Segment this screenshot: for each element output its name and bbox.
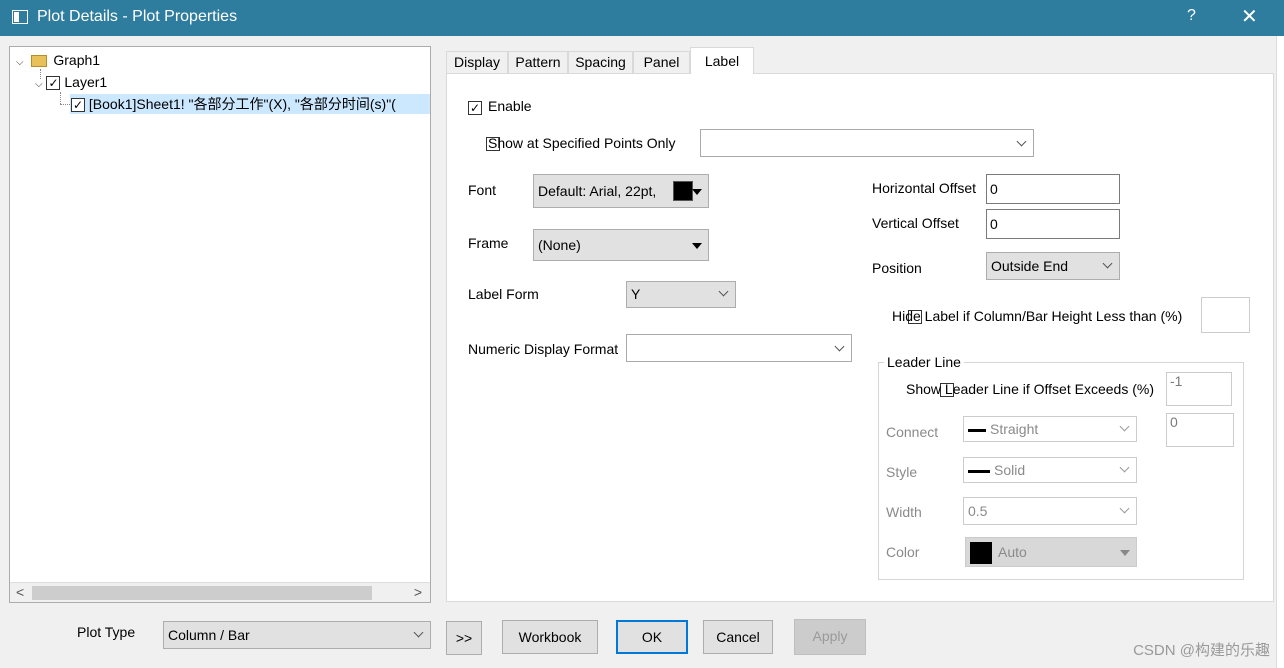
tab-pattern[interactable]: Pattern: [508, 51, 568, 73]
connect-value: Straight: [990, 421, 1039, 437]
leader-offset-input[interactable]: -1: [1166, 372, 1232, 406]
frame-label: Frame: [468, 235, 509, 251]
width-select[interactable]: 0.5: [963, 497, 1137, 525]
label-form-select[interactable]: Y: [626, 281, 736, 308]
close-button[interactable]: ✕: [1241, 4, 1258, 29]
line-sample-icon: [968, 428, 986, 432]
v-offset-input[interactable]: 0: [986, 209, 1120, 239]
background-window-edge: [1276, 36, 1284, 668]
leader-line-title: Leader Line: [884, 354, 964, 370]
connect-number-input[interactable]: 0: [1166, 413, 1234, 447]
label-form-label: Label Form: [468, 286, 539, 302]
show-specified-label: Show at Specified Points Only: [488, 135, 676, 151]
label-panel: ✓ Enable Show at Specified Points Only F…: [446, 73, 1274, 602]
help-button[interactable]: ?: [1187, 7, 1196, 25]
leader-show-label: Show Leader Line if Offset Exceeds (%): [906, 381, 1154, 397]
numeric-format-label: Numeric Display Format: [468, 341, 619, 357]
width-value: 0.5: [968, 503, 988, 519]
tree-item-graph[interactable]: ⌵ Graph1: [16, 50, 100, 70]
scroll-left-icon[interactable]: <: [16, 584, 24, 600]
expand-chevron-icon[interactable]: ⌵: [16, 57, 24, 68]
ok-button[interactable]: OK: [616, 620, 688, 654]
v-offset-label: Vertical Offset: [872, 215, 959, 231]
tab-panel[interactable]: Panel: [633, 51, 690, 73]
window-icon: [12, 10, 28, 24]
watermark: CSDN @构建的乐趣: [1133, 642, 1270, 659]
workbook-button[interactable]: Workbook: [502, 620, 598, 654]
tree-label-plot: [Book1]Sheet1! "各部分工作"(X), "各部分时间(s)"(: [88, 96, 396, 112]
window-title: Plot Details - Plot Properties: [37, 8, 238, 25]
more-button[interactable]: >>: [446, 621, 482, 655]
label-form-value: Y: [631, 286, 641, 302]
plot-checkbox[interactable]: ✓: [71, 98, 85, 113]
expand-chevron-icon[interactable]: ⌵: [35, 79, 43, 90]
color-select[interactable]: Auto: [965, 537, 1137, 567]
frame-value: (None): [538, 237, 581, 253]
font-select[interactable]: Default: Arial, 22pt,: [533, 174, 709, 208]
color-value: Auto: [998, 544, 1027, 560]
font-label: Font: [468, 182, 497, 198]
plot-type-value: Column / Bar: [168, 627, 250, 643]
title-bar: Plot Details - Plot Properties ? ✕: [0, 0, 1284, 36]
layer-checkbox[interactable]: ✓: [46, 76, 61, 91]
h-offset-label: Horizontal Offset: [872, 180, 977, 196]
enable-label: Enable: [488, 98, 532, 114]
folder-icon: [31, 55, 48, 68]
plot-tree[interactable]: ⌵ Graph1 ⌵ ✓ Layer1 ✓ [Book1]Sheet1! "各部…: [9, 46, 431, 603]
tree-label-layer: Layer1: [64, 74, 108, 90]
specified-points-select[interactable]: [700, 129, 1034, 157]
hide-label-input[interactable]: [1201, 297, 1250, 333]
tree-label-graph: Graph1: [53, 52, 101, 68]
tree-item-plot[interactable]: ✓ [Book1]Sheet1! "各部分工作"(X), "各部分时间(s)"(: [70, 94, 430, 114]
color-swatch: [970, 542, 992, 565]
font-value: Default: Arial, 22pt,: [538, 183, 657, 199]
tree-item-layer[interactable]: ⌵ ✓ Layer1: [35, 72, 107, 92]
position-value: Outside End: [991, 258, 1069, 274]
hide-label-text: Hide Label if Column/Bar Height Less tha…: [892, 308, 1183, 324]
cancel-button[interactable]: Cancel: [703, 620, 773, 654]
tab-spacing[interactable]: Spacing: [568, 51, 633, 73]
enable-checkbox[interactable]: ✓: [468, 101, 482, 116]
tab-label[interactable]: Label: [690, 47, 754, 74]
numeric-format-select[interactable]: [626, 334, 852, 362]
horizontal-scrollbar[interactable]: < >: [10, 582, 430, 602]
tab-display[interactable]: Display: [446, 51, 508, 73]
plot-type-select[interactable]: Column / Bar: [163, 621, 431, 649]
position-label: Position: [872, 260, 922, 276]
apply-button[interactable]: Apply: [794, 619, 866, 655]
scroll-right-icon[interactable]: >: [414, 584, 422, 600]
color-label: Color: [886, 544, 920, 560]
plot-type-label: Plot Type: [77, 624, 136, 640]
style-value: Solid: [994, 462, 1026, 478]
style-select[interactable]: Solid: [963, 457, 1137, 483]
line-sample-icon: [968, 469, 990, 473]
h-offset-input[interactable]: 0: [986, 174, 1120, 204]
width-label: Width: [886, 504, 922, 520]
connect-select[interactable]: Straight: [963, 416, 1137, 442]
style-label: Style: [886, 464, 918, 480]
position-select[interactable]: Outside End: [986, 252, 1120, 280]
connect-label: Connect: [886, 424, 939, 440]
scroll-thumb[interactable]: [32, 586, 372, 600]
frame-select[interactable]: (None): [533, 229, 709, 261]
font-color-swatch: [673, 181, 693, 201]
